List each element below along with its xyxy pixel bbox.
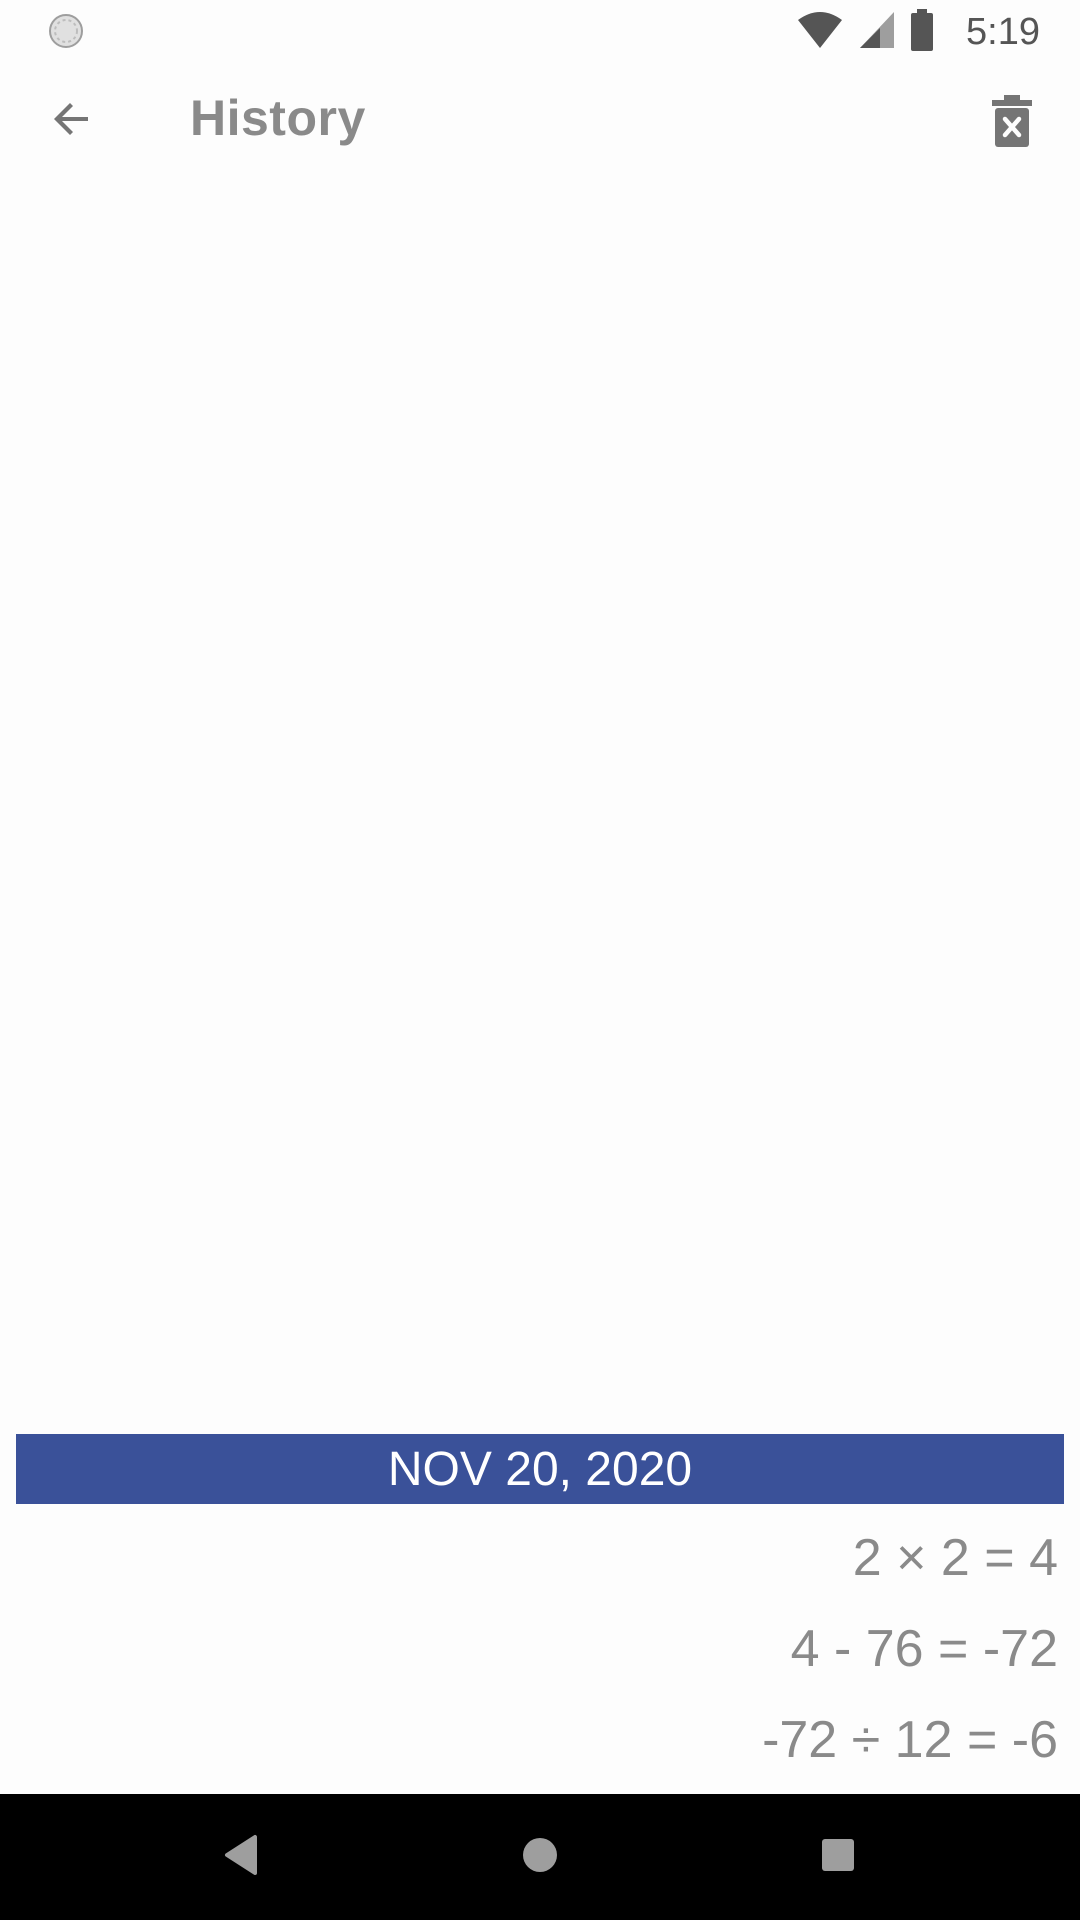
nav-home-button[interactable]: [505, 1822, 575, 1892]
back-triangle-icon: [221, 1833, 261, 1882]
history-item[interactable]: 2 × 2 = 4: [0, 1512, 1080, 1603]
status-bar: 5:19: [0, 0, 1080, 63]
history-item[interactable]: -72 ÷ 12 = -6: [0, 1694, 1080, 1785]
home-circle-icon: [520, 1835, 560, 1880]
nav-back-button[interactable]: [206, 1822, 276, 1892]
clear-history-button[interactable]: [974, 85, 1050, 161]
date-header: NOV 20, 2020: [16, 1434, 1064, 1504]
delete-history-icon: [992, 94, 1032, 152]
history-list: 2 × 2 = 4 4 - 76 = -72 -72 ÷ 12 = -6: [0, 1512, 1080, 1785]
recents-square-icon: [820, 1837, 856, 1878]
app-bar: History: [0, 63, 1080, 175]
history-screen: 5:19 History NOV 20, 2020 2 × 2 = 4 4 - …: [0, 0, 1080, 1920]
back-button[interactable]: [30, 85, 114, 157]
sync-icon: [48, 13, 84, 49]
battery-icon: [910, 8, 934, 56]
system-nav-bar: [0, 1794, 1080, 1920]
wifi-icon: [796, 10, 844, 55]
status-icons: 5:19: [796, 8, 1040, 56]
signal-icon: [858, 10, 896, 55]
page-title: History: [190, 90, 366, 146]
history-item[interactable]: 4 - 76 = -72: [0, 1603, 1080, 1694]
nav-recents-button[interactable]: [803, 1822, 873, 1892]
arrow-back-icon: [48, 95, 96, 148]
status-time: 5:19: [966, 10, 1040, 53]
